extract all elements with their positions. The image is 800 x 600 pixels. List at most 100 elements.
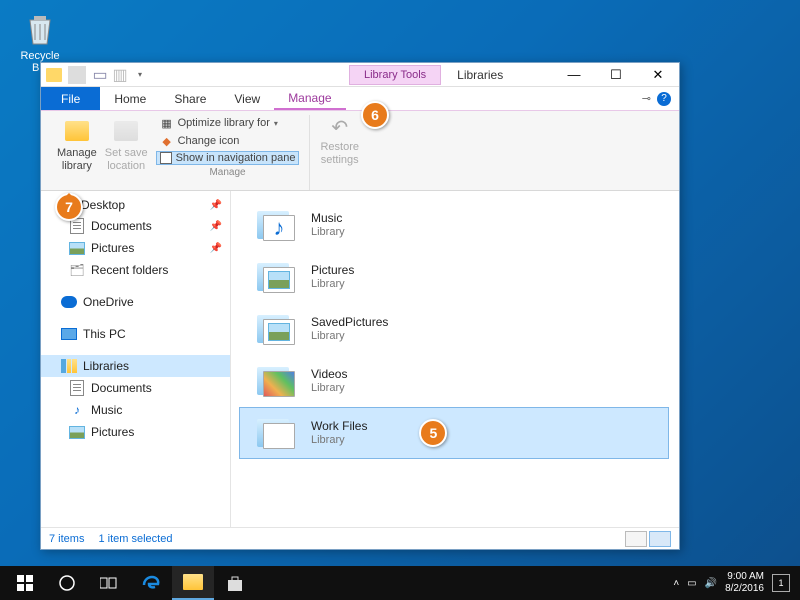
restore-label: Restore settings xyxy=(320,141,359,167)
navigation-pane: Desktop 📌 Documents 📌 Pictures 📌 🗂 Recen… xyxy=(41,191,231,527)
restore-settings-button[interactable]: ↶ Restore settings xyxy=(316,115,363,169)
content-pane: ♪ MusicLibrary PicturesLibrary SavedPict… xyxy=(231,191,679,527)
callout-5: 5 xyxy=(419,419,447,447)
library-item-videos[interactable]: VideosLibrary xyxy=(231,355,679,407)
library-item-pictures[interactable]: PicturesLibrary xyxy=(231,251,679,303)
nav-label: Documents xyxy=(91,381,152,395)
nav-libraries[interactable]: Libraries xyxy=(41,355,230,377)
tab-view[interactable]: View xyxy=(220,87,274,110)
file-explorer-taskbar-button[interactable] xyxy=(172,566,214,600)
help-icon[interactable]: ? xyxy=(657,92,671,106)
edge-button[interactable] xyxy=(130,566,172,600)
item-count: 7 items xyxy=(49,533,84,545)
callout-7: 7 xyxy=(55,193,83,221)
qat-dropdown-icon[interactable]: ▾ xyxy=(131,66,149,84)
music-library-icon: ♪ xyxy=(255,205,299,245)
qat-new-folder-icon[interactable]: ▥ xyxy=(111,66,129,84)
library-item-work-files[interactable]: Work FilesLibrary 5 xyxy=(239,407,669,459)
item-name: Pictures xyxy=(311,263,354,278)
item-name: Work Files xyxy=(311,419,367,434)
battery-icon[interactable]: ▭ xyxy=(687,578,696,589)
optimize-library-button[interactable]: ▦ Optimize library for ▾ xyxy=(156,115,300,131)
action-center-button[interactable]: 1 xyxy=(772,574,790,592)
cortana-button[interactable] xyxy=(46,566,88,600)
library-tools-context-tab[interactable]: Library Tools xyxy=(349,65,441,85)
ribbon-manage: Manage library Set save location ▦ Optim… xyxy=(41,111,679,191)
details-view-button[interactable] xyxy=(625,531,647,547)
item-name: SavedPictures xyxy=(311,315,388,330)
pictures-library-icon xyxy=(255,309,299,349)
nav-label: This PC xyxy=(83,327,126,341)
nav-label: Pictures xyxy=(91,241,134,255)
separator xyxy=(68,66,86,84)
library-item-savedpictures[interactable]: SavedPicturesLibrary xyxy=(231,303,679,355)
chevron-down-icon: ▾ xyxy=(274,119,278,128)
pictures-icon xyxy=(69,424,85,440)
set-save-location-button[interactable]: Set save location xyxy=(101,115,152,175)
manage-library-label: Manage library xyxy=(57,147,97,173)
minimize-ribbon-icon[interactable]: ⊸ xyxy=(642,92,651,105)
explorer-body: Desktop 📌 Documents 📌 Pictures 📌 🗂 Recen… xyxy=(41,191,679,527)
volume-icon[interactable]: 🔊 xyxy=(705,578,717,589)
optimize-label: Optimize library for xyxy=(178,117,270,129)
time: 9:00 AM xyxy=(725,571,764,583)
nav-lib-pictures[interactable]: Pictures xyxy=(41,421,230,443)
tab-manage[interactable]: Manage xyxy=(274,87,345,110)
nav-label: Music xyxy=(91,403,122,417)
qat-properties-icon[interactable]: ▭ xyxy=(91,66,109,84)
selection-count: 1 item selected xyxy=(98,533,172,545)
change-icon-button[interactable]: ◆ Change icon xyxy=(156,133,300,149)
nav-label: Recent folders xyxy=(91,263,168,277)
set-save-label: Set save location xyxy=(105,147,148,173)
documents-icon xyxy=(69,380,85,396)
nav-label: Libraries xyxy=(83,359,129,373)
nav-label: Pictures xyxy=(91,425,134,439)
window-title: Libraries xyxy=(457,68,503,82)
tab-file[interactable]: File xyxy=(41,87,100,110)
generic-library-icon xyxy=(255,413,299,453)
restore-icon: ↶ xyxy=(329,117,351,139)
maximize-button[interactable]: ☐ xyxy=(595,63,637,86)
nav-lib-documents[interactable]: Documents xyxy=(41,377,230,399)
nav-lib-music[interactable]: ♪ Music xyxy=(41,399,230,421)
library-item-music[interactable]: ♪ MusicLibrary xyxy=(231,199,679,251)
tab-home[interactable]: Home xyxy=(100,87,160,110)
tab-share[interactable]: Share xyxy=(160,87,220,110)
tray-up-icon[interactable]: ˄ xyxy=(673,578,679,589)
nav-label: Documents xyxy=(91,219,152,233)
start-button[interactable] xyxy=(4,566,46,600)
window-icon xyxy=(45,66,63,84)
clock[interactable]: 9:00 AM 8/2/2016 xyxy=(725,571,764,595)
show-nav-label: Show in navigation pane xyxy=(176,152,296,164)
date: 8/2/2016 xyxy=(725,583,764,595)
nav-pictures[interactable]: Pictures 📌 xyxy=(41,237,230,259)
pin-icon: 📌 xyxy=(210,221,222,232)
recycle-bin-icon xyxy=(20,8,60,48)
pictures-library-icon xyxy=(255,257,299,297)
item-type: Library xyxy=(311,278,354,292)
folder-open-icon xyxy=(63,117,91,145)
nav-this-pc[interactable]: This PC xyxy=(41,323,230,345)
music-icon: ♪ xyxy=(69,402,85,418)
file-explorer-window: ▭ ▥ ▾ Library Tools Libraries — ☐ ✕ File… xyxy=(40,62,680,550)
ribbon-tabs: File Home Share View Manage ⊸ ? xyxy=(41,87,679,111)
pc-icon xyxy=(61,326,77,342)
close-button[interactable]: ✕ xyxy=(637,63,679,86)
minimize-button[interactable]: — xyxy=(553,63,595,86)
manage-library-button[interactable]: Manage library xyxy=(53,115,101,175)
libraries-icon xyxy=(61,358,77,374)
pin-icon: 📌 xyxy=(210,200,222,211)
show-in-nav-pane-toggle[interactable]: Show in navigation pane xyxy=(156,151,300,165)
store-button[interactable] xyxy=(214,566,256,600)
item-type: Library xyxy=(311,434,367,448)
title-bar: ▭ ▥ ▾ Library Tools Libraries — ☐ ✕ xyxy=(41,63,679,87)
task-view-button[interactable] xyxy=(88,566,130,600)
nav-onedrive[interactable]: OneDrive xyxy=(41,291,230,313)
tiles-view-button[interactable] xyxy=(649,531,671,547)
quick-access-toolbar: ▭ ▥ ▾ xyxy=(45,66,149,84)
item-type: Library xyxy=(311,226,345,240)
nav-label: OneDrive xyxy=(83,295,134,309)
notif-count: 1 xyxy=(778,578,783,588)
status-bar: 7 items 1 item selected xyxy=(41,527,679,549)
nav-recent-folders[interactable]: 🗂 Recent folders xyxy=(41,259,230,281)
